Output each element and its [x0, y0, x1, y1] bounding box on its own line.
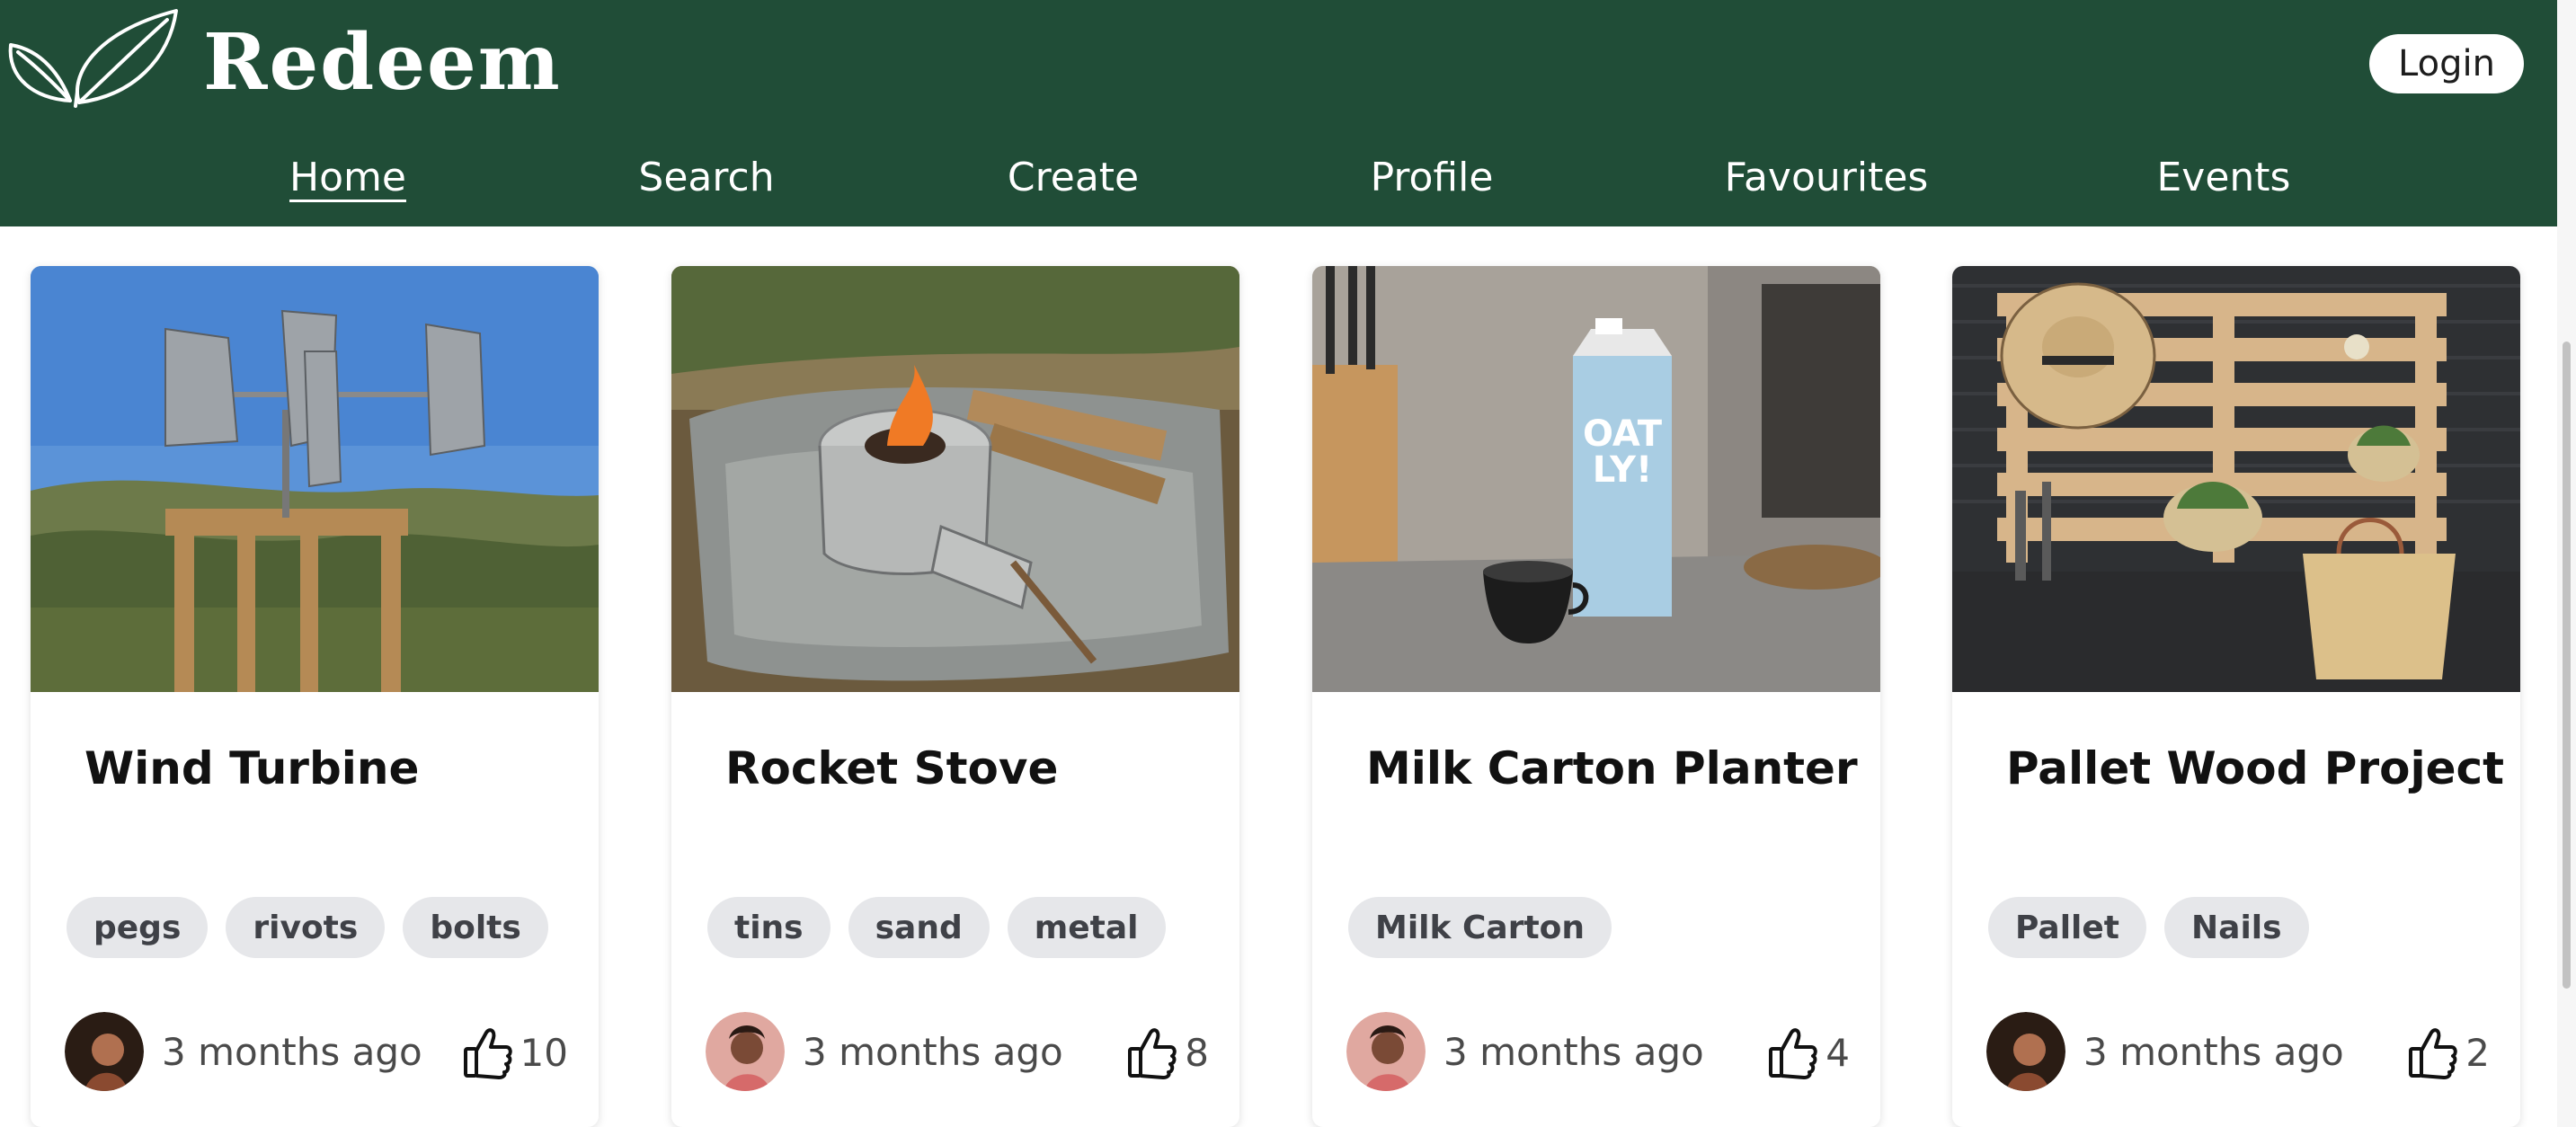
tag-chip[interactable]: rivots	[226, 897, 386, 958]
main-nav: Home Search Create Profile Favourites Ev…	[0, 144, 2557, 212]
leaf-logo-icon[interactable]	[7, 5, 178, 108]
pallet-wood-image[interactable]	[1952, 266, 2520, 692]
post-time: 3 months ago	[2083, 1030, 2344, 1074]
card-title[interactable]: Pallet Wood Project	[2006, 742, 2504, 794]
project-card[interactable]: Rocket Stove tins sand metal 3 months ag…	[671, 266, 1239, 1127]
nav-profile[interactable]: Profile	[1371, 144, 1494, 212]
tag-chip[interactable]: Nails	[2164, 897, 2309, 958]
milk-carton-image[interactable]: OAT LY!	[1312, 266, 1880, 692]
rocket-stove-image[interactable]	[671, 266, 1239, 692]
nav-favourites[interactable]: Favourites	[1725, 144, 1929, 212]
nav-search[interactable]: Search	[638, 144, 774, 212]
post-time: 3 months ago	[162, 1030, 422, 1074]
tag-chip[interactable]: Milk Carton	[1348, 897, 1612, 958]
tag-chip[interactable]: sand	[848, 897, 990, 958]
page-scrollbar[interactable]	[2557, 0, 2576, 1127]
card-title[interactable]: Milk Carton Planter	[1366, 742, 1858, 794]
like-button[interactable]: 8	[1127, 1012, 1209, 1093]
tag-chip[interactable]: tins	[707, 897, 831, 958]
like-button[interactable]: 4	[1768, 1012, 1850, 1093]
nav-events[interactable]: Events	[2157, 144, 2291, 212]
project-card[interactable]: Wind Turbine pegs rivots bolts 3 months …	[31, 266, 599, 1127]
avatar[interactable]	[65, 1012, 144, 1091]
tag-chip[interactable]: metal	[1007, 897, 1166, 958]
avatar[interactable]	[1986, 1012, 2065, 1091]
scrollbar-thumb[interactable]	[2563, 342, 2571, 989]
like-count: 2	[2465, 1030, 2490, 1075]
tag-list: Pallet Nails	[1988, 897, 2309, 958]
post-time: 3 months ago	[1443, 1030, 1704, 1074]
thumbs-up-icon[interactable]	[463, 1025, 513, 1079]
thumbs-up-icon[interactable]	[1127, 1025, 1177, 1079]
like-count: 10	[520, 1030, 568, 1075]
avatar[interactable]	[706, 1012, 785, 1091]
avatar[interactable]	[1346, 1012, 1426, 1091]
like-button[interactable]: 10	[463, 1012, 568, 1093]
login-button[interactable]: Login	[2369, 34, 2524, 93]
card-title[interactable]: Wind Turbine	[84, 742, 419, 794]
tag-chip[interactable]: pegs	[67, 897, 209, 958]
like-count: 8	[1185, 1030, 1209, 1075]
wind-turbine-image[interactable]	[31, 266, 599, 692]
like-count: 4	[1825, 1030, 1850, 1075]
svg-text:LY!: LY!	[1593, 449, 1652, 491]
card-title[interactable]: Rocket Stove	[725, 742, 1058, 794]
card-meta: 3 months ago 10	[65, 1012, 568, 1093]
card-meta: 3 months ago 2	[1986, 1012, 2490, 1093]
thumbs-up-icon[interactable]	[2408, 1025, 2458, 1079]
project-card[interactable]: OAT LY! Milk Carton Planter Milk Carton …	[1312, 266, 1880, 1127]
card-meta: 3 months ago 8	[706, 1012, 1209, 1093]
project-card[interactable]: Pallet Wood Project Pallet Nails 3 month…	[1952, 266, 2520, 1127]
tag-chip[interactable]: bolts	[403, 897, 548, 958]
thumbs-up-icon[interactable]	[1768, 1025, 1818, 1079]
like-button[interactable]: 2	[2408, 1012, 2490, 1093]
post-time: 3 months ago	[803, 1030, 1063, 1074]
nav-home[interactable]: Home	[289, 144, 406, 212]
tag-list: tins sand metal	[707, 897, 1166, 958]
site-header: Redeem Login Home Search Create Profile …	[0, 0, 2557, 226]
card-meta: 3 months ago 4	[1346, 1012, 1850, 1093]
brand-name[interactable]: Redeem	[203, 9, 562, 117]
tag-list: Milk Carton	[1348, 897, 1612, 958]
tag-list: pegs rivots bolts	[67, 897, 548, 958]
tag-chip[interactable]: Pallet	[1988, 897, 2147, 958]
nav-create[interactable]: Create	[1008, 144, 1139, 212]
